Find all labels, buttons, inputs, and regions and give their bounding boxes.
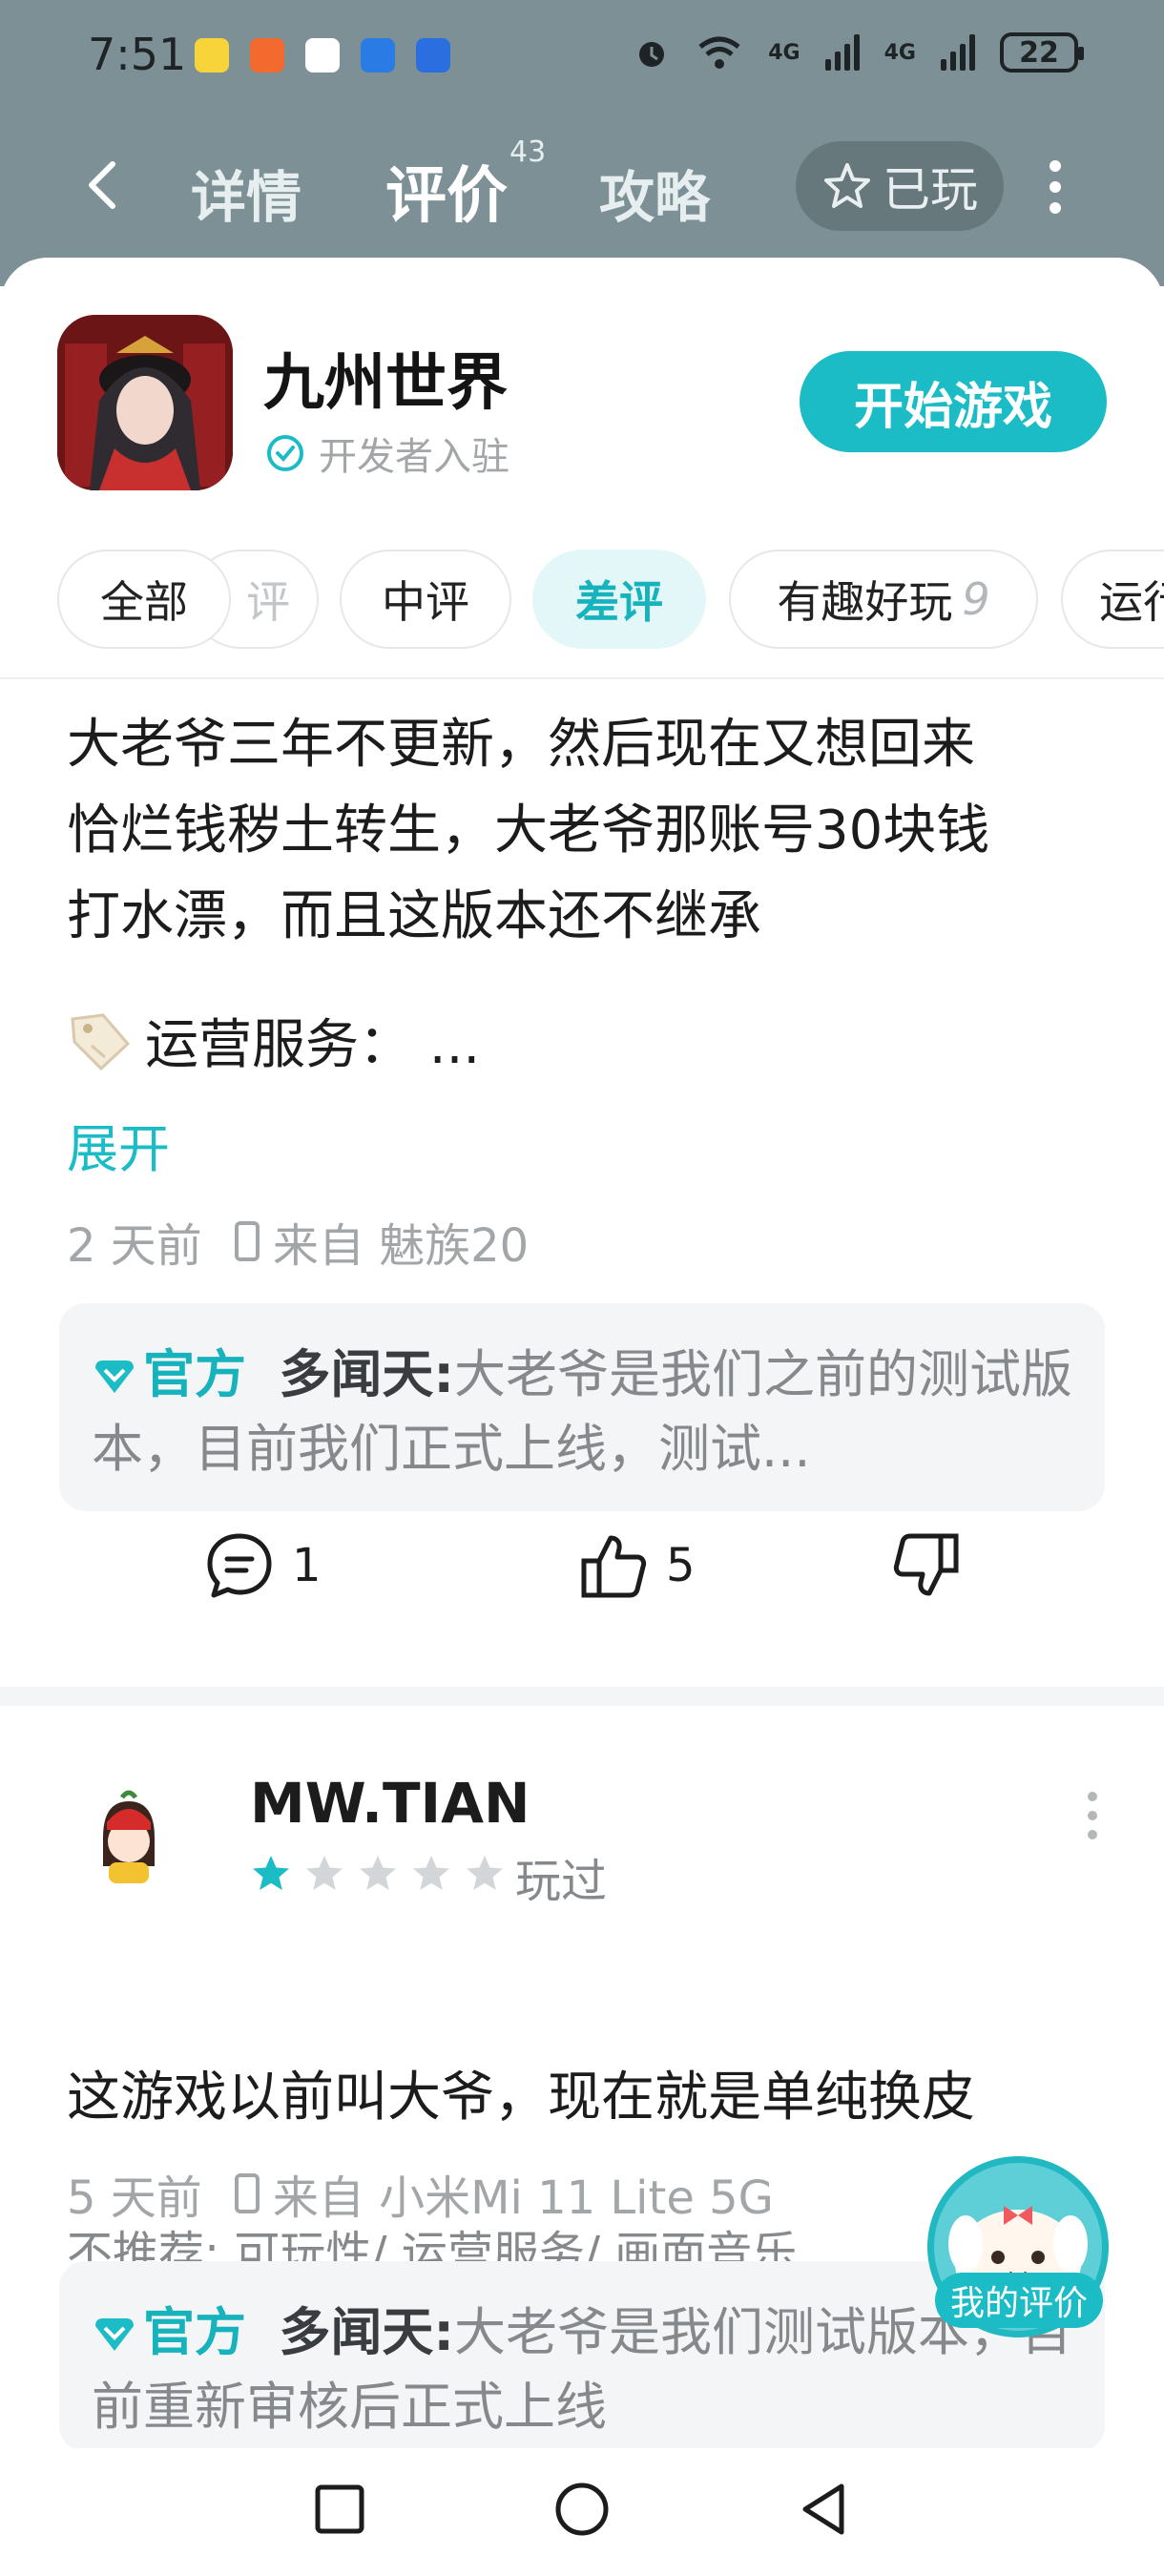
- official-heart-icon: [95, 1361, 134, 1394]
- chip-operations[interactable]: 运行: [1061, 550, 1164, 649]
- review-filter-chips: 评 全部 中评 差评 有趣好玩 9 运行: [0, 550, 1164, 653]
- review-text-line: 打水漂，而且这版本还不继承: [67, 885, 761, 947]
- reply-author: 多闻天: [279, 2302, 434, 2362]
- developer-label: 开发者入驻: [319, 435, 509, 479]
- system-nav-bar: [0, 2448, 1164, 2576]
- like-button[interactable]: 5: [578, 1530, 696, 1601]
- star-empty-icon: [467, 1856, 503, 1890]
- network-label-1: 4G: [768, 40, 800, 65]
- review-meta: 5 天前 来自 小米Mi 11 Lite 5G: [67, 2160, 774, 2227]
- status-right: 4G 4G 22: [633, 32, 1084, 73]
- reviewer-name[interactable]: MW.TIAN: [250, 1771, 530, 1836]
- content-sheet: 九州世界 开发者入驻 开始游戏 评 全部 中评 差评 有趣好玩 9 运行 大老爷…: [0, 258, 1164, 2452]
- wifi-icon: [698, 36, 740, 69]
- review-text-line: 这游戏以前叫大爷，现在就是单纯换皮: [67, 2067, 975, 2129]
- signal-icon: [941, 34, 975, 71]
- star-empty-icon: [413, 1856, 449, 1890]
- official-label: 官方: [143, 1344, 246, 1404]
- review-more-icon[interactable]: [1088, 1792, 1099, 1839]
- chip-negative[interactable]: 差评: [532, 550, 706, 649]
- recents-icon[interactable]: [313, 2483, 366, 2536]
- alarm-icon: [639, 42, 665, 67]
- section-separator: [0, 1687, 1164, 1706]
- chevron-left-icon[interactable]: [76, 156, 134, 214]
- game-title: 九州世界: [263, 348, 508, 419]
- expand-link[interactable]: 展开: [67, 1107, 170, 1182]
- review-text-line: 恰烂钱秽土转生，大老爷那账号30块钱: [67, 800, 990, 862]
- played-button[interactable]: 已玩: [796, 141, 1004, 231]
- battery-icon: 22: [1000, 32, 1084, 73]
- home-icon[interactable]: [553, 2481, 611, 2538]
- signal-icon: [824, 34, 860, 71]
- start-game-button[interactable]: 开始游戏: [800, 351, 1107, 452]
- tag-text: 运营服务： ...: [145, 1014, 481, 1076]
- tab-details[interactable]: 详情: [191, 153, 301, 233]
- thumbs-up-icon: [581, 1535, 647, 1598]
- comment-button[interactable]: 1: [204, 1530, 322, 1601]
- review-device: 来自 魅族20: [272, 1219, 530, 1273]
- review-tag-line: 运营服务： ...: [67, 1002, 480, 1079]
- chip-all[interactable]: 全部: [57, 550, 231, 649]
- tag-icon: [71, 1012, 131, 1070]
- star-empty-icon: [306, 1856, 343, 1890]
- reply-separator: :: [433, 2302, 454, 2362]
- network-label-2: 4G: [883, 40, 916, 65]
- official-reply[interactable]: 官方 多闻天:大老爷是我们之前的测试版本，目前我们正式上线，测试...: [59, 1303, 1105, 1511]
- review-meta: 2 天前 来自 魅族20: [67, 1208, 529, 1275]
- status-bar: 7:51 4G 4G 22: [0, 0, 1164, 114]
- game-icon[interactable]: [57, 315, 233, 490]
- hotspot-icon: [361, 38, 395, 73]
- played-status: 玩过: [515, 1855, 608, 1908]
- avatar[interactable]: [67, 1775, 191, 1899]
- played-label: 已玩: [883, 162, 978, 218]
- review-device: 来自 小米Mi 11 Lite 5G: [272, 2171, 774, 2225]
- star-rating: [250, 1853, 506, 1895]
- divider: [0, 677, 1164, 679]
- review-count-badge: 43: [509, 135, 547, 169]
- star-filled-icon: [253, 1856, 289, 1890]
- developer-badge: 开发者入驻: [265, 426, 509, 481]
- chip-fun-count: 9: [962, 573, 990, 625]
- my-review-label[interactable]: 我的评价: [935, 2273, 1103, 2328]
- star-outline-icon: [824, 163, 870, 208]
- back-icon[interactable]: [796, 2481, 853, 2538]
- reply-author: 多闻天: [279, 1344, 434, 1404]
- comment-icon: [207, 1533, 272, 1598]
- review-actions: 1 5: [0, 1517, 1164, 1631]
- official-label: 官方: [143, 2302, 246, 2362]
- tab-guides[interactable]: 攻略: [599, 153, 710, 233]
- mail-icon: [195, 38, 229, 73]
- chip-neutral[interactable]: 中评: [340, 550, 511, 649]
- status-time: 7:51: [88, 29, 187, 80]
- like-count: 5: [666, 1539, 696, 1592]
- tab-reviews[interactable]: 评价: [385, 147, 508, 235]
- comment-count: 1: [292, 1539, 322, 1592]
- app-notification-icon: [250, 38, 284, 73]
- nav-bar: 详情 评价 43 攻略 已玩: [0, 134, 1164, 239]
- review-time: 5 天前: [67, 2171, 202, 2225]
- more-menu-icon[interactable]: [1048, 160, 1063, 214]
- calendar-icon: [305, 38, 340, 73]
- star-empty-icon: [360, 1856, 396, 1890]
- review-text-line: 大老爷三年不更新，然后现在又想回来: [67, 714, 975, 776]
- chip-fun[interactable]: 有趣好玩 9: [729, 550, 1038, 649]
- bulb-icon: [416, 38, 450, 73]
- top-header: 7:51 4G 4G 22 详情 评价 43 攻略 已玩: [0, 0, 1164, 286]
- phone-icon: [234, 2173, 260, 2213]
- phone-icon: [234, 1221, 260, 1261]
- thumbs-down-icon: [893, 1533, 959, 1596]
- verified-check-icon: [267, 435, 303, 471]
- chip-fun-label: 有趣好玩: [777, 576, 953, 628]
- official-heart-icon: [95, 2318, 134, 2352]
- review-time: 2 天前: [67, 1219, 202, 1273]
- reply-separator: :: [433, 1344, 454, 1404]
- dislike-button[interactable]: [891, 1530, 962, 1601]
